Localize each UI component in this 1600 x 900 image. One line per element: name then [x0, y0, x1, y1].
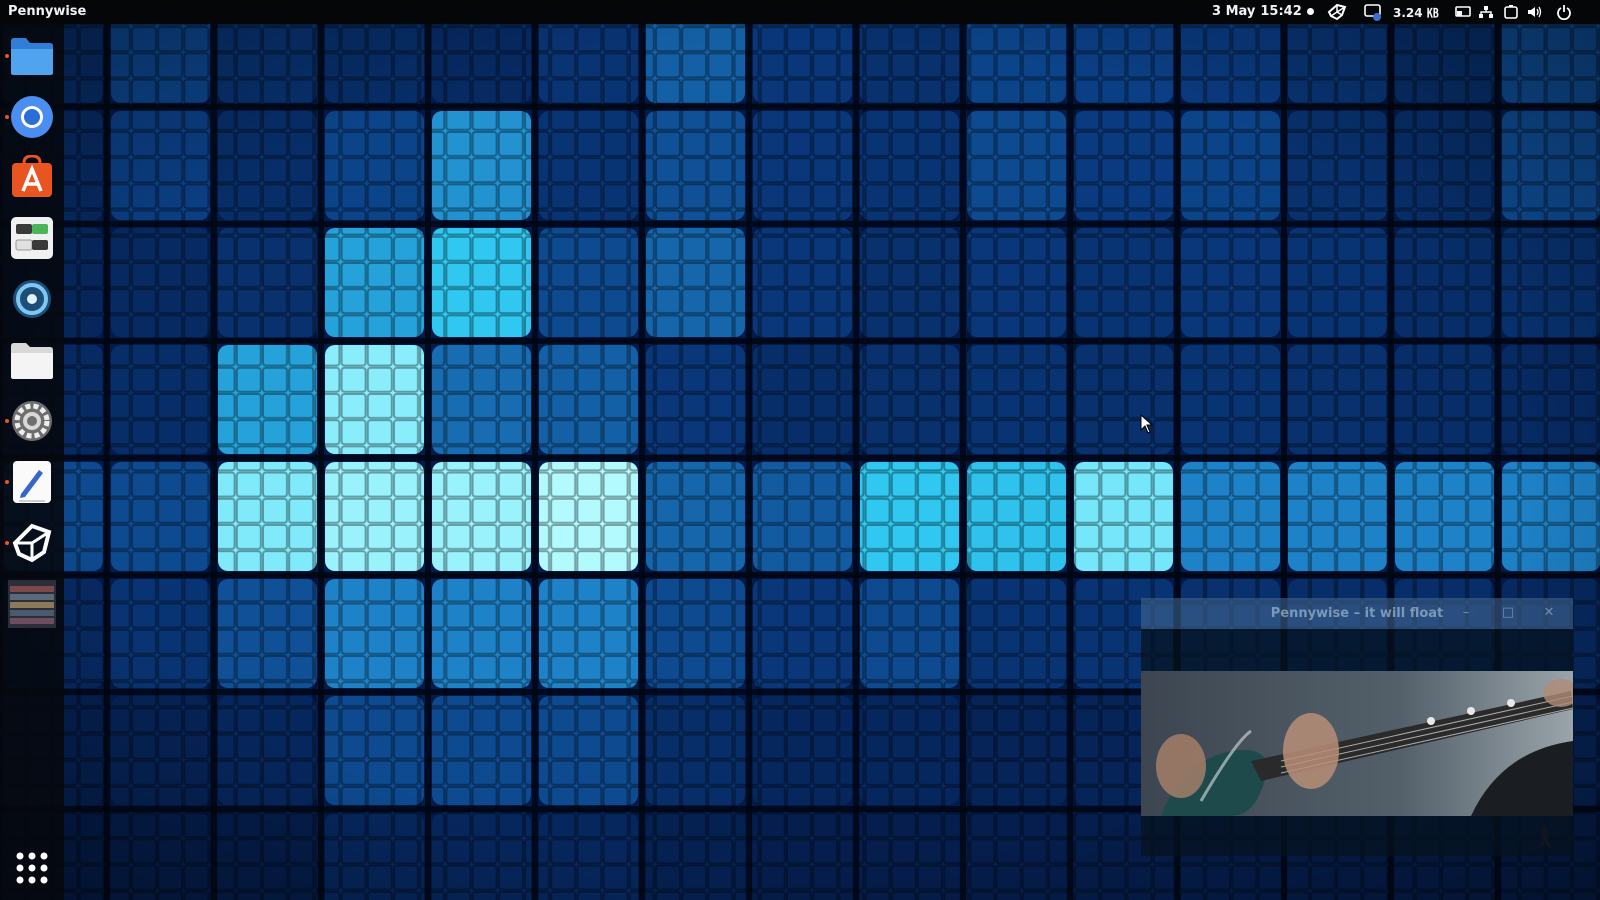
- dock-item-system-settings[interactable]: [5, 397, 56, 445]
- running-indicator: [5, 54, 9, 58]
- date-time-menu[interactable]: 3 May 15:42: [1212, 4, 1314, 19]
- dock-item-files-folder[interactable]: [5, 32, 56, 80]
- chat-notification-icon[interactable]: [1362, 3, 1384, 21]
- dock-item-unity-hub[interactable]: [5, 519, 56, 567]
- chromium-icon: [11, 96, 53, 138]
- swirl-icon: [13, 280, 51, 318]
- pip-logo-icon: [1538, 823, 1552, 850]
- gear-icon: [12, 401, 52, 441]
- video-frame[interactable]: [1141, 671, 1573, 816]
- running-indicator: [5, 541, 9, 545]
- notification-dot: [1306, 8, 1314, 15]
- top-bar: Pennywise 3 May 15:42 3.24 ㎅: [0, 0, 1600, 24]
- show-applications-button[interactable]: [8, 844, 56, 892]
- dock: [0, 24, 64, 900]
- running-indicator: [5, 115, 9, 119]
- date-label: 3 May: [1212, 4, 1256, 19]
- net-speed-indicator[interactable]: 3.24 ㎅: [1393, 4, 1439, 21]
- app-menu[interactable]: Pennywise: [8, 4, 86, 19]
- minimize-button[interactable]: –: [1457, 604, 1475, 622]
- dock-item-image-app[interactable]: [8, 580, 56, 628]
- toggle-panel-icon: [11, 217, 53, 259]
- pip-titlebar[interactable]: Pennywise – it will float – □ ✕: [1141, 598, 1573, 629]
- guitar-video-image: [1141, 671, 1573, 816]
- time-label: 15:42: [1260, 4, 1302, 19]
- maximize-button[interactable]: □: [1499, 604, 1517, 622]
- power-icon[interactable]: [1555, 3, 1573, 21]
- screen-icon[interactable]: [1454, 3, 1472, 21]
- app-grid-icon: [16, 852, 48, 884]
- blue-folder-icon: [11, 38, 53, 75]
- unity-tray-icon[interactable]: [1326, 3, 1348, 21]
- dock-item-text-editor[interactable]: [5, 458, 56, 506]
- dock-item-swirl-app[interactable]: [8, 275, 56, 323]
- close-button[interactable]: ✕: [1540, 604, 1558, 622]
- text-editor-icon: [13, 461, 51, 503]
- software-bag-icon: [12, 155, 52, 197]
- dock-item-settings-panel[interactable]: [8, 214, 56, 262]
- pip-video-window[interactable]: Pennywise – it will float – □ ✕: [1141, 598, 1573, 856]
- folder-icon: [11, 343, 53, 379]
- battery-icon[interactable]: [1502, 3, 1520, 21]
- dock-item-software-center[interactable]: [8, 153, 56, 201]
- running-indicator: [5, 480, 9, 484]
- network-icon[interactable]: [1477, 3, 1495, 21]
- unity-icon: [12, 523, 52, 563]
- dock-item-file-manager[interactable]: [8, 337, 56, 385]
- mouse-pointer-icon: [1140, 414, 1154, 434]
- image-thumbnail-icon: [8, 580, 56, 628]
- pip-body: [1141, 629, 1573, 856]
- running-indicator: [5, 419, 9, 423]
- dock-item-chromium[interactable]: [5, 93, 56, 141]
- volume-icon[interactable]: [1526, 3, 1544, 21]
